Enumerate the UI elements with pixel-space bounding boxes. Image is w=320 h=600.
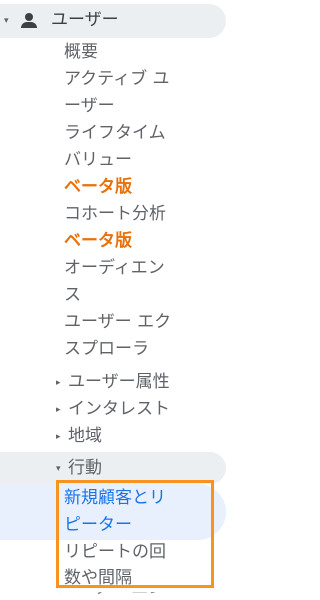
nav-item-new-vs-returning[interactable]: 新規顧客とリ [0,486,166,511]
nav-item-audiences[interactable]: オーディエン [0,256,165,281]
nav-item-user-explorer-cont[interactable]: スプローラ [0,337,149,362]
nav-item-lifetime-value-cont[interactable]: バリュー [0,148,132,173]
reports-sidebar-nav: ▾ ユーザー 概要 アクティブ ユ ーザー ライフタイム バリュー ベータ版 コ… [0,0,235,600]
nav-item-frequency-recency-cont[interactable]: 数や間隔 [0,566,132,591]
nav-item-lifetime-value[interactable]: ライフタイム [0,121,166,146]
beta-badge: ベータ版 [64,231,132,251]
chevron-down-icon: ▾ [4,16,9,26]
chevron-down-icon: ▾ [56,464,61,474]
section-users-label: ユーザー [51,10,119,30]
section-users-header[interactable]: ▾ ユーザー [0,4,226,38]
chevron-right-icon: ▸ [56,405,61,415]
nav-item-engagement-cutoff[interactable]: ユーザー エンゲー [58,592,178,600]
nav-item-engagement-label: ユーザー エンゲー [58,592,178,600]
nav-item-overview[interactable]: 概要 [0,40,98,65]
nav-group-behavior[interactable]: ▾ 行動 [0,456,102,482]
nav-group-demographics[interactable]: ▸ ユーザー属性 [0,370,170,396]
nav-item-audiences-cont[interactable]: ス [0,283,81,308]
nav-group-label: 行動 [68,458,102,478]
nav-item-active-users-cont[interactable]: ーザー [0,94,115,119]
nav-item-cohort-analysis[interactable]: コホート分析 [0,202,166,227]
beta-badge: ベータ版 [64,177,132,197]
nav-group-interests[interactable]: ▸ インタレスト [0,397,170,423]
nav-group-geo[interactable]: ▸ 地域 [0,424,102,450]
person-icon [21,13,37,29]
nav-item-user-explorer[interactable]: ユーザー エク [0,310,171,335]
nav-group-label: インタレスト [68,399,170,419]
nav-group-label: 地域 [68,426,102,446]
nav-group-label: ユーザー属性 [68,372,170,392]
nav-item-active-users[interactable]: アクティブ ユ [0,67,170,92]
nav-item-new-vs-returning-cont[interactable]: ピーター [0,513,132,538]
chevron-right-icon: ▸ [56,432,61,442]
chevron-right-icon: ▸ [56,378,61,388]
nav-item-frequency-recency[interactable]: リピートの回 [0,540,166,565]
